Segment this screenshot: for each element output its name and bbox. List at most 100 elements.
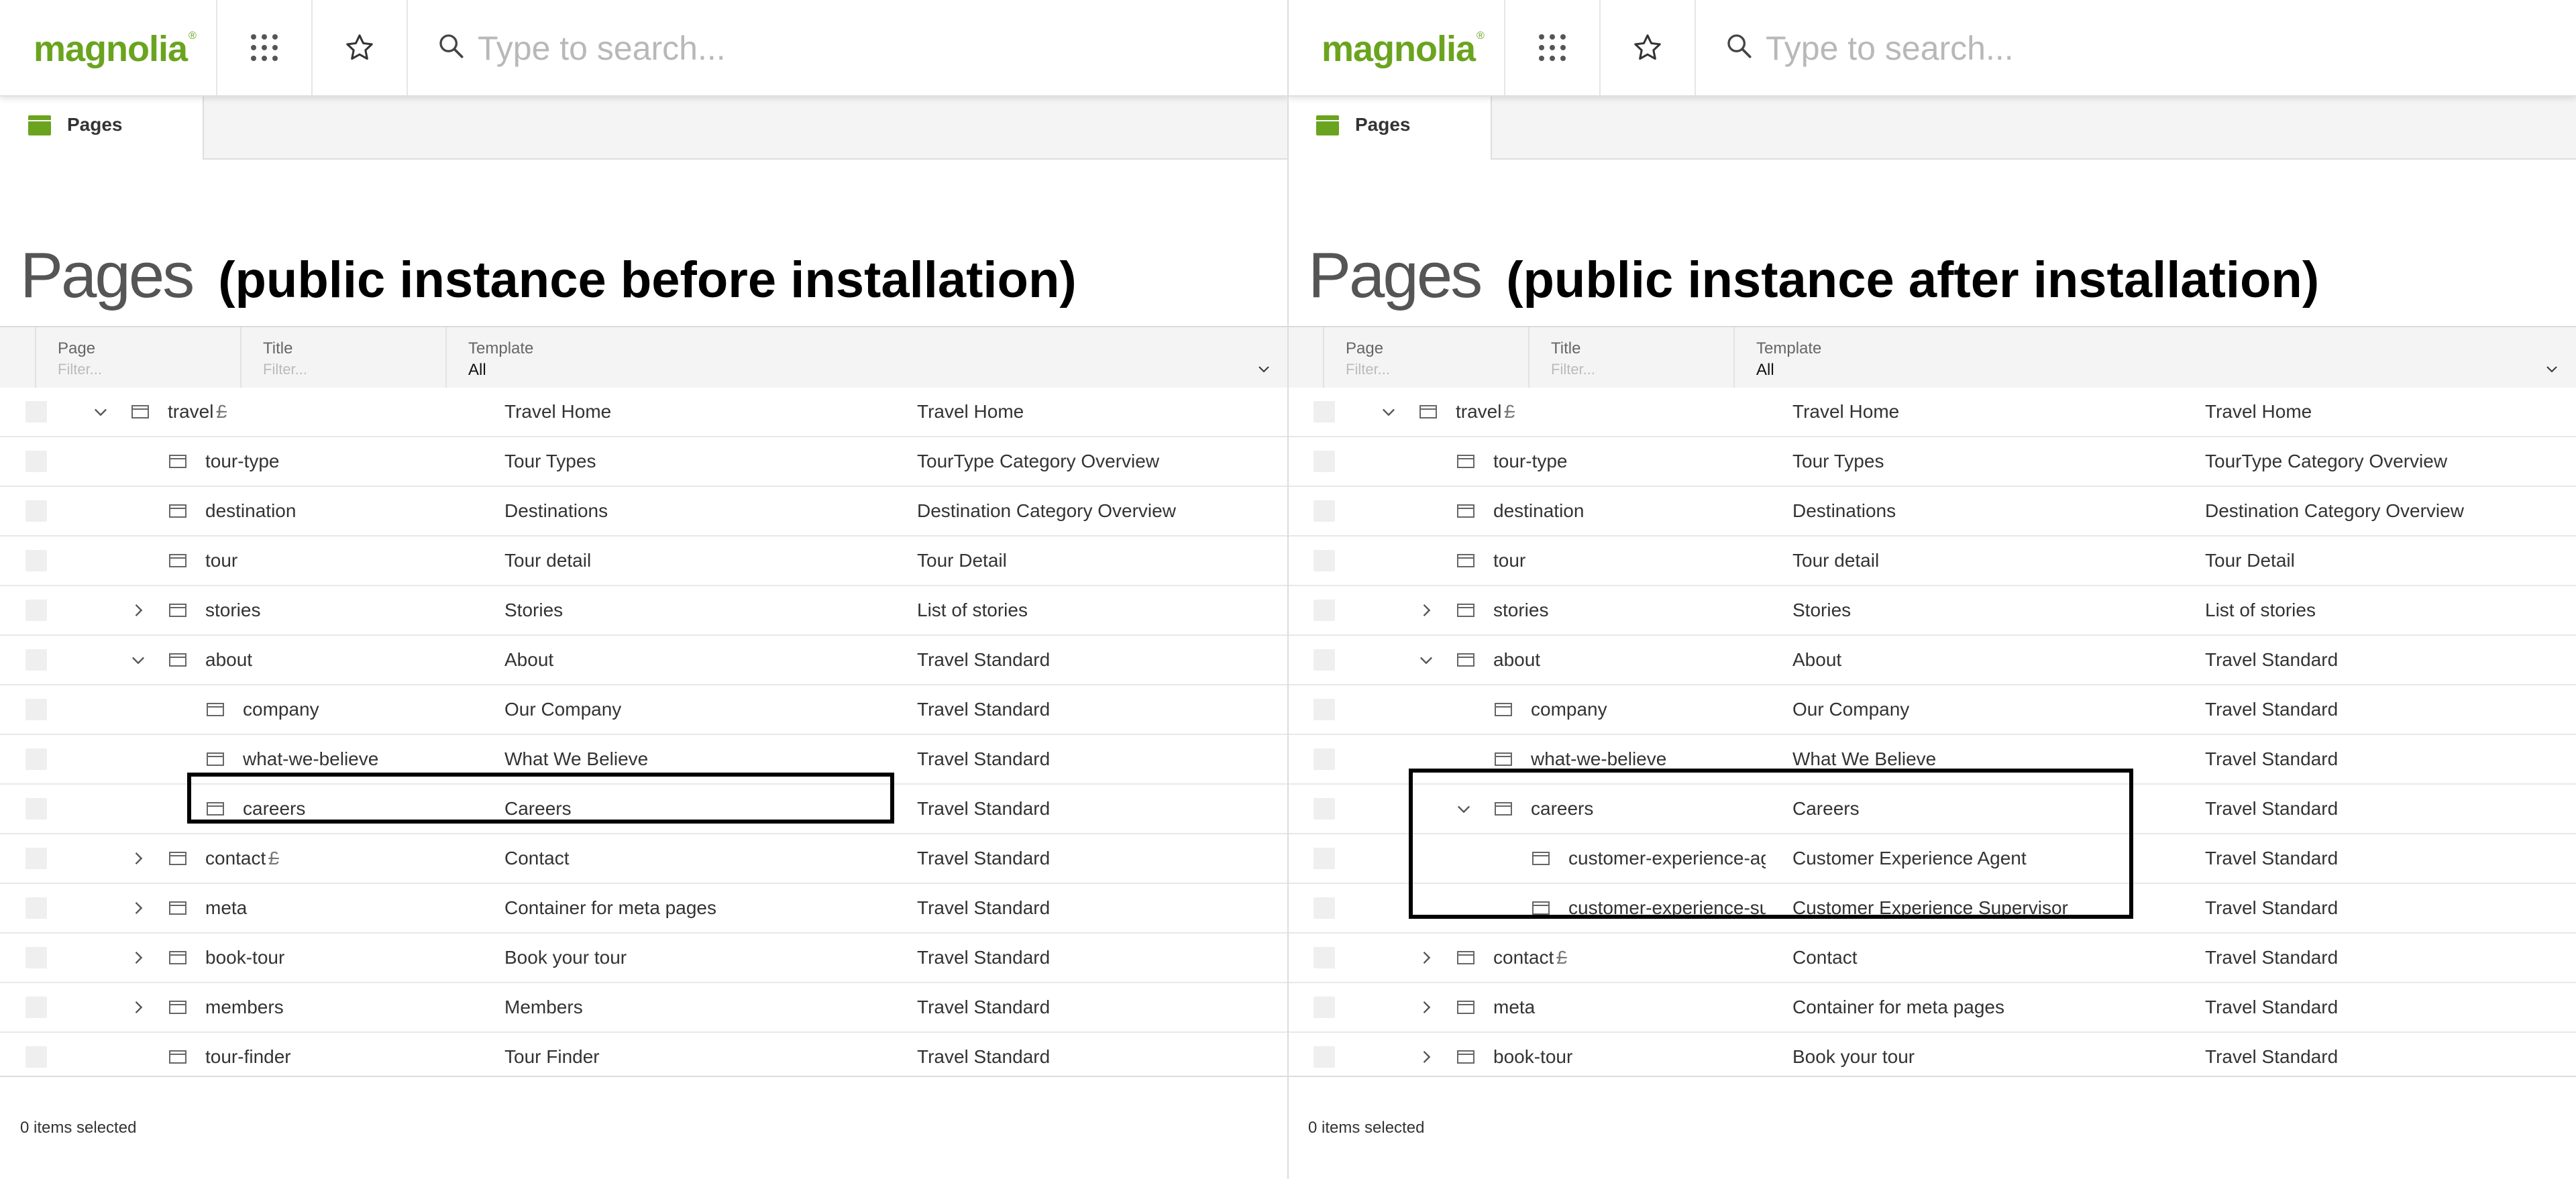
tab-pages[interactable]: Pages	[1288, 95, 1492, 160]
row-checkbox[interactable]	[25, 947, 47, 968]
row-checkbox[interactable]	[25, 997, 47, 1018]
row-checkbox[interactable]	[1313, 500, 1335, 522]
app-launcher-button[interactable]	[1504, 0, 1599, 95]
search-input[interactable]	[476, 24, 1250, 72]
column-title[interactable]: Title Filter...	[1528, 327, 1735, 388]
row-checkbox[interactable]	[25, 848, 47, 869]
row-checkbox[interactable]	[1313, 848, 1335, 869]
row-checkbox[interactable]	[25, 897, 47, 919]
row-checkbox[interactable]	[1313, 451, 1335, 472]
table-row[interactable]: contact £ Contact Travel Standard	[0, 834, 1288, 884]
row-checkbox[interactable]	[1313, 600, 1335, 621]
row-checkbox[interactable]	[1313, 649, 1335, 671]
chevron-down-icon[interactable]	[2544, 361, 2560, 377]
template-filter-select[interactable]: All	[1756, 361, 1774, 380]
page-filter-input[interactable]: Filter...	[58, 361, 102, 378]
chevron-right-icon[interactable]	[1417, 948, 1436, 967]
table-row[interactable]: travel £ Travel Home Travel Home	[1288, 388, 2576, 437]
chevron-right-icon[interactable]	[129, 899, 148, 917]
table-row[interactable]: customer-experience-age Customer Experien…	[1288, 834, 2576, 884]
column-template[interactable]: Template All	[445, 327, 1288, 388]
column-page[interactable]: Page Filter...	[35, 327, 241, 388]
chevron-down-icon[interactable]	[1256, 361, 1272, 377]
row-checkbox[interactable]	[1313, 997, 1335, 1018]
table-row[interactable]: stories Stories List of stories	[0, 586, 1288, 636]
table-row[interactable]: meta Container for meta pages Travel Stand…	[1288, 983, 2576, 1033]
table-row[interactable]: tour Tour detail Tour Detail	[1288, 537, 2576, 586]
table-row[interactable]: tour-type Tour Types TourType Category Ove…	[0, 437, 1288, 487]
chevron-down-icon[interactable]	[1417, 651, 1436, 669]
page-name-cell: book-tour	[67, 934, 478, 982]
table-row[interactable]: members Members Travel Standard	[0, 983, 1288, 1033]
row-checkbox[interactable]	[25, 401, 47, 423]
row-checkbox[interactable]	[25, 748, 47, 770]
chevron-right-icon[interactable]	[129, 849, 148, 868]
table-row[interactable]: careers Careers Travel Standard	[1288, 785, 2576, 834]
table-row[interactable]: tour-finder Tour Finder Travel Standard	[0, 1033, 1288, 1082]
row-checkbox[interactable]	[25, 600, 47, 621]
row-checkbox[interactable]	[25, 500, 47, 522]
table-row[interactable]: company Our Company Travel Standard	[1288, 685, 2576, 735]
chevron-down-icon[interactable]	[91, 402, 110, 421]
row-checkbox[interactable]	[25, 1046, 47, 1068]
row-checkbox[interactable]	[25, 550, 47, 571]
table-row[interactable]: contact £ Contact Travel Standard	[1288, 934, 2576, 983]
table-row[interactable]: destination Destinations Destination Categ…	[1288, 487, 2576, 537]
tab-pages[interactable]: Pages	[0, 95, 204, 160]
column-template-label: Template	[468, 339, 534, 357]
chevron-right-icon[interactable]	[1417, 601, 1436, 620]
table-row[interactable]: tour-type Tour Types TourType Category Ove…	[1288, 437, 2576, 487]
row-checkbox[interactable]	[1313, 947, 1335, 968]
app-launcher-button[interactable]	[216, 0, 311, 95]
chevron-right-icon[interactable]	[129, 601, 148, 620]
page-filter-input[interactable]: Filter...	[1346, 361, 1390, 378]
magnolia-logo[interactable]: magnolia ®	[34, 28, 197, 70]
row-checkbox[interactable]	[1313, 897, 1335, 919]
column-template[interactable]: Template All	[1733, 327, 2576, 388]
chevron-down-icon[interactable]	[1454, 799, 1473, 818]
table-row[interactable]: meta Container for meta pages Travel Stand…	[0, 884, 1288, 934]
table-row[interactable]: about About Travel Standard	[0, 636, 1288, 685]
table-row[interactable]: destination Destinations Destination Categ…	[0, 487, 1288, 537]
page-template-cell: Travel Standard	[2205, 649, 2339, 670]
table-row[interactable]: tour Tour detail Tour Detail	[0, 537, 1288, 586]
magnolia-logo[interactable]: magnolia ®	[1322, 28, 1485, 70]
row-checkbox[interactable]	[1313, 748, 1335, 770]
table-row[interactable]: travel £ Travel Home Travel Home	[0, 388, 1288, 437]
table-row[interactable]: about About Travel Standard	[1288, 636, 2576, 685]
table-row[interactable]: customer-experience-sup Customer Experien…	[1288, 884, 2576, 934]
row-checkbox[interactable]	[25, 699, 47, 720]
row-checkbox[interactable]	[25, 451, 47, 472]
title-filter-input[interactable]: Filter...	[1551, 361, 1595, 378]
row-checkbox[interactable]	[25, 649, 47, 671]
row-checkbox[interactable]	[1313, 1046, 1335, 1068]
chevron-right-icon[interactable]	[1417, 1048, 1436, 1066]
template-filter-select[interactable]: All	[468, 361, 486, 380]
page-title-cell: Book your tour	[1792, 1046, 1915, 1067]
column-title[interactable]: Title Filter...	[240, 327, 447, 388]
search-input[interactable]	[1764, 24, 2538, 72]
title-filter-input[interactable]: Filter...	[263, 361, 307, 378]
chevron-down-icon[interactable]	[129, 651, 148, 669]
table-row[interactable]: book-tour Book your tour Travel Standard	[1288, 1033, 2576, 1082]
table-row[interactable]: what-we-believe What We Believe Travel Sta…	[1288, 735, 2576, 785]
chevron-right-icon[interactable]	[1417, 998, 1436, 1017]
chevron-down-icon[interactable]	[1379, 402, 1398, 421]
table-row[interactable]: stories Stories List of stories	[1288, 586, 2576, 636]
column-page[interactable]: Page Filter...	[1323, 327, 1529, 388]
table-row[interactable]: book-tour Book your tour Travel Standard	[0, 934, 1288, 983]
row-checkbox[interactable]	[1313, 550, 1335, 571]
table-row[interactable]: what-we-believe What We Believe Travel Sta…	[0, 735, 1288, 785]
row-checkbox[interactable]	[1313, 798, 1335, 820]
chevron-right-icon[interactable]	[129, 948, 148, 967]
chevron-right-icon[interactable]	[129, 998, 148, 1017]
table-header: Page Filter... Title Filter... Template …	[1288, 326, 2576, 389]
favorites-button[interactable]	[311, 0, 408, 95]
table-row[interactable]: company Our Company Travel Standard	[0, 685, 1288, 735]
table-row[interactable]: careers Careers Travel Standard	[0, 785, 1288, 834]
row-checkbox[interactable]	[1313, 401, 1335, 423]
row-checkbox[interactable]	[1313, 699, 1335, 720]
favorites-button[interactable]	[1599, 0, 1696, 95]
page-name-cell: stories	[67, 586, 478, 634]
row-checkbox[interactable]	[25, 798, 47, 820]
